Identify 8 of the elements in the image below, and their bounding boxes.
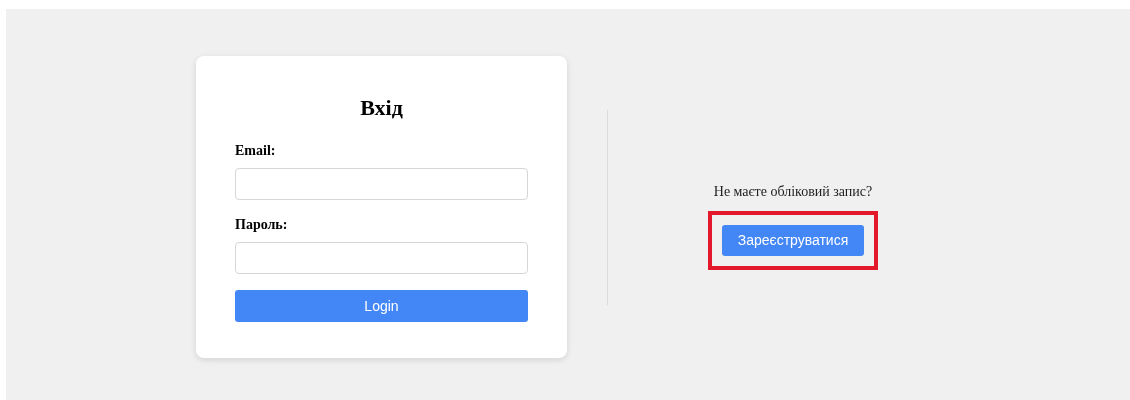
login-title: Вхід	[359, 94, 404, 122]
field-label: Пароль:	[235, 216, 289, 234]
login-button[interactable]: Login	[235, 290, 528, 322]
input-field[interactable]	[235, 168, 528, 200]
input-field[interactable]	[235, 242, 528, 274]
register-button[interactable]: Зареєструватися	[721, 225, 865, 256]
register-prompt: Не маєте обліковий запис?	[713, 183, 873, 201]
field-label: Email:	[235, 142, 277, 160]
